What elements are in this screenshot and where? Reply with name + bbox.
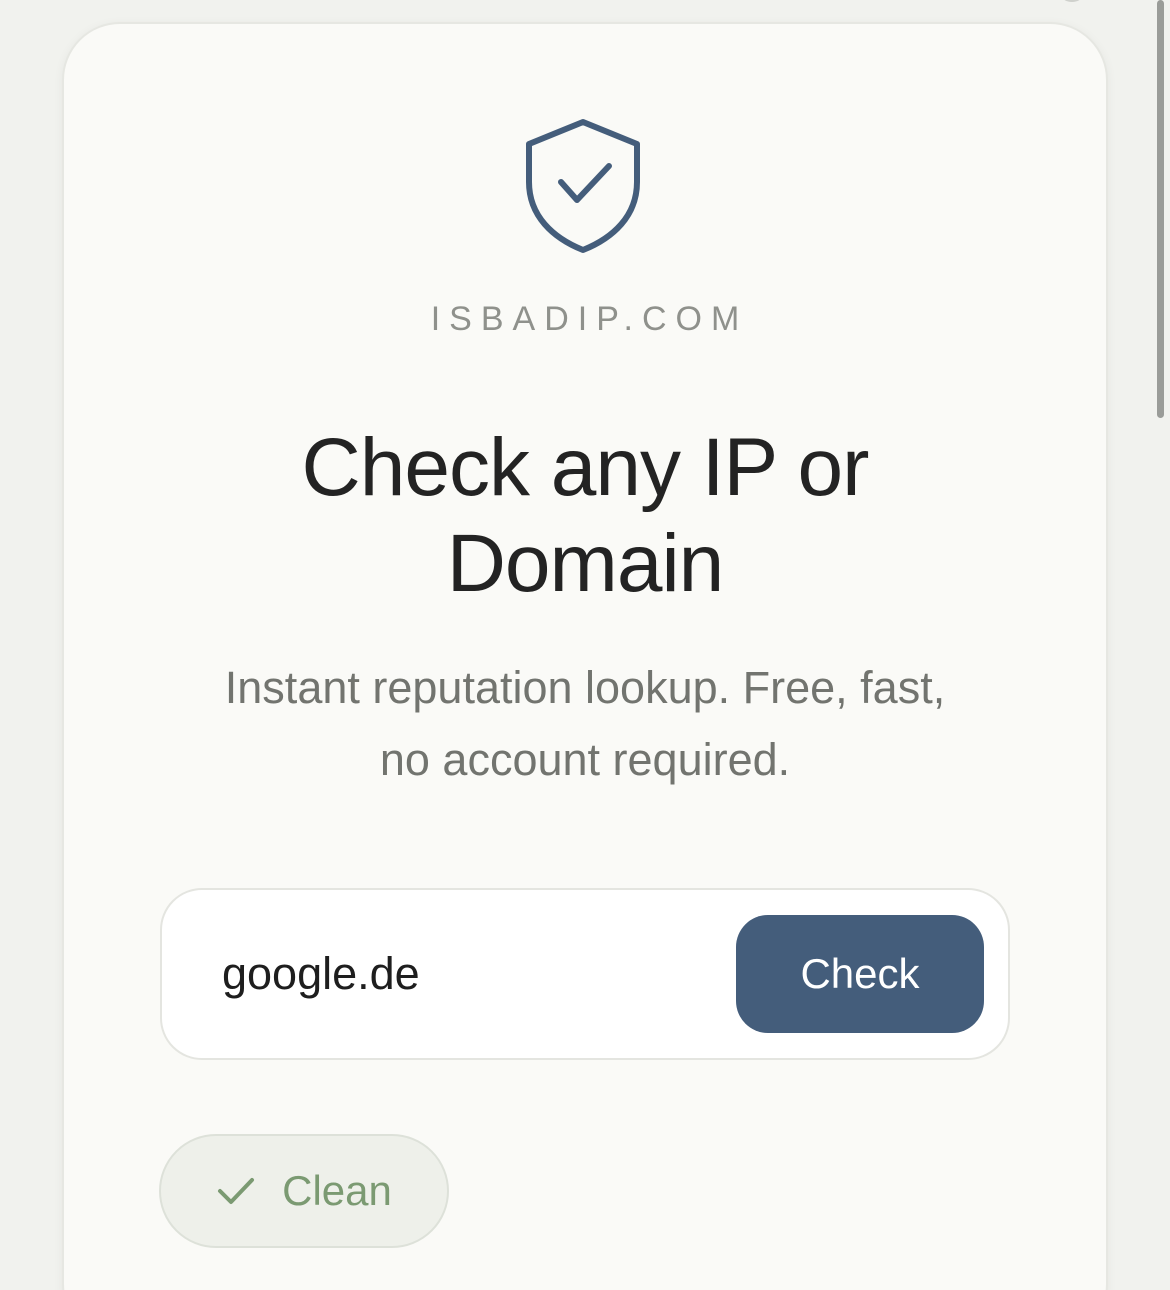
- search-form: Check: [160, 888, 1010, 1060]
- page-title: Check any IP or Domain: [62, 420, 1108, 612]
- window-corner: [1062, 0, 1082, 2]
- scrollbar-track[interactable]: [1152, 0, 1170, 1290]
- scrollbar-thumb[interactable]: [1157, 0, 1164, 418]
- subtitle-line-1: Instant reputation lookup. Free, fast,: [224, 662, 946, 713]
- check-icon: [218, 1178, 255, 1204]
- status-label: Clean: [282, 1167, 392, 1214]
- title-line-2: Domain: [446, 518, 725, 609]
- search-input[interactable]: [222, 934, 702, 1014]
- check-button[interactable]: Check: [736, 915, 984, 1033]
- title-line-1: Check any IP or: [301, 422, 870, 513]
- brand-name: ISBADIP.COM: [430, 300, 749, 338]
- shield-check-icon: [526, 119, 640, 253]
- status-badge: Clean: [159, 1134, 449, 1248]
- subtitle-line-2: no account required.: [379, 734, 791, 785]
- page-subtitle: Instant reputation lookup. Free, fast, n…: [62, 652, 1108, 796]
